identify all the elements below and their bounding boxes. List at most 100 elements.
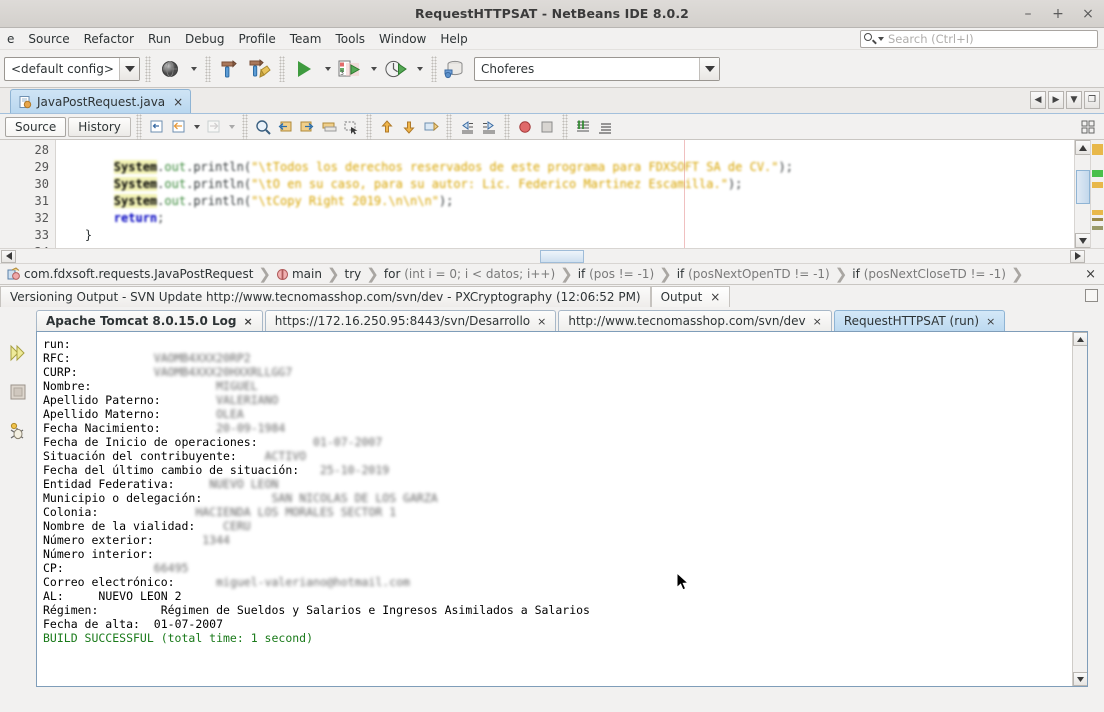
menu-item-tools[interactable]: Tools (328, 30, 372, 48)
maximize-icon[interactable]: + (1050, 6, 1066, 22)
output-tab-close-icon[interactable]: × (537, 315, 546, 328)
output-tab-requesthttpsat-run[interactable]: RequestHTTPSAT (run) × (833, 310, 1006, 331)
rectangular-selection-icon[interactable] (341, 117, 361, 137)
stripe-mark-warning[interactable] (1092, 182, 1103, 188)
stripe-mark-annotation[interactable] (1092, 218, 1103, 221)
menu-item-refactor[interactable]: Refactor (77, 30, 141, 48)
breadcrumb-item-for[interactable]: for (int i = 0; i < datos; i++) (384, 267, 555, 281)
debug-dropdown-icon[interactable] (366, 55, 380, 83)
output-tab-svn-desarrollo[interactable]: https://172.16.250.95:8443/svn/Desarroll… (264, 310, 557, 331)
editor-horizontal-scrollbar[interactable] (0, 248, 1104, 263)
window-tab-versioning-output[interactable]: Versioning Output - SVN Update http://ww… (0, 286, 651, 307)
build-icon[interactable] (216, 55, 244, 83)
stripe-mark-ok[interactable] (1092, 170, 1103, 177)
code-text-area[interactable]: System.out.println("\tTodos los derechos… (56, 140, 1074, 248)
shift-right-icon[interactable] (479, 117, 499, 137)
stripe-mark-annotation[interactable] (1092, 226, 1103, 230)
stripe-mark-warning[interactable] (1092, 210, 1103, 215)
forward-dropdown-icon[interactable] (226, 117, 237, 137)
run-project-icon[interactable] (290, 55, 318, 83)
breadcrumb-item-class[interactable]: com.fdxsoft.requests.JavaPostRequest (24, 267, 253, 281)
tab-maximize-icon[interactable]: ❐ (1084, 91, 1100, 109)
output-tab-close-icon[interactable]: × (244, 315, 253, 328)
editor-tab-close-icon[interactable]: × (173, 95, 183, 109)
close-icon[interactable]: × (1080, 6, 1096, 22)
back-dropdown-icon[interactable] (191, 117, 202, 137)
output-text-area[interactable]: run: RFC: VAOMB4XXX20RP2 CURP: VAOMB4XXX… (36, 331, 1088, 687)
find-previous-icon[interactable] (275, 117, 295, 137)
comment-icon[interactable] (573, 117, 593, 137)
globe-dropdown-icon[interactable] (186, 55, 200, 83)
forward-edit-icon[interactable] (204, 117, 224, 137)
output-scroll-down-icon[interactable] (1073, 672, 1087, 686)
debug-output-icon[interactable] (8, 421, 28, 444)
previous-bookmark-icon[interactable] (377, 117, 397, 137)
search-input[interactable]: Search (Ctrl+I) (860, 30, 1098, 48)
stop-output-icon[interactable] (8, 382, 28, 405)
error-stripe[interactable] (1090, 140, 1104, 248)
editor-scroll-thumb[interactable] (1076, 170, 1090, 204)
output-tab-svn-dev[interactable]: http://www.tecnomasshop.com/svn/dev × (558, 310, 832, 331)
debug-project-icon[interactable]: 3 (336, 55, 364, 83)
hscroll-right-icon[interactable] (1070, 249, 1085, 263)
breadcrumb-item-main[interactable]: main (292, 267, 322, 281)
menu-item-run[interactable]: Run (141, 30, 178, 48)
breadcrumb-item-try[interactable]: try (345, 267, 362, 281)
breadcrumb-item-if-opentd[interactable]: if (posNextOpenTD != -1) (677, 267, 830, 281)
tab-scroll-left-icon[interactable]: ◀ (1030, 91, 1046, 109)
output-tab-close-icon[interactable]: × (986, 315, 995, 328)
profile-project-icon[interactable] (382, 55, 410, 83)
scroll-up-icon[interactable] (1075, 140, 1091, 155)
menu-item-window[interactable]: Window (372, 30, 433, 48)
code-editor[interactable]: 28 29 30 31 32 33 34 System.out.println(… (0, 140, 1104, 248)
hscroll-thumb[interactable] (540, 249, 584, 263)
config-combo[interactable]: <default config> (4, 56, 140, 81)
toggle-breakpoint-icon[interactable] (515, 117, 535, 137)
window-tab-output[interactable]: Output × (650, 286, 731, 307)
globe-icon[interactable] (156, 55, 184, 83)
uncomment-icon[interactable] (595, 117, 615, 137)
tab-scroll-right-icon[interactable]: ▶ (1048, 91, 1064, 109)
breadcrumb-item-if-closetd[interactable]: if (posNextCloseTD != -1) (852, 267, 1006, 281)
back-edit-icon[interactable] (169, 117, 189, 137)
breadcrumb-close-icon[interactable]: × (1085, 267, 1096, 282)
output-tab-close-icon[interactable]: × (813, 315, 822, 328)
editor-tab-javapostrequest[interactable]: JavaPostRequest.java × (10, 89, 192, 113)
tab-list-icon[interactable]: ▼ (1066, 91, 1082, 109)
menu-item-file[interactable]: e (0, 30, 21, 48)
output-scroll-up-icon[interactable] (1073, 332, 1087, 346)
stripe-mark-warning[interactable] (1092, 144, 1103, 155)
editor-options-icon[interactable] (1078, 117, 1098, 137)
project-combo[interactable]: Choferes (474, 56, 720, 81)
profile-dropdown-icon[interactable] (412, 55, 426, 83)
menu-item-profile[interactable]: Profile (231, 30, 282, 48)
stop-icon[interactable] (537, 117, 557, 137)
find-next-icon[interactable] (297, 117, 317, 137)
last-edit-icon[interactable] (147, 117, 167, 137)
window-tab-close-icon[interactable]: × (710, 290, 720, 304)
toggle-bookmark-icon[interactable] (421, 117, 441, 137)
menu-item-source[interactable]: Source (21, 30, 76, 48)
scroll-down-icon[interactable] (1075, 233, 1091, 248)
breadcrumb-item-if-pos[interactable]: if (pos != -1) (578, 267, 654, 281)
menu-item-debug[interactable]: Debug (178, 30, 231, 48)
tab-history[interactable]: History (68, 116, 131, 137)
output-tab-tomcat-log[interactable]: Apache Tomcat 8.0.15.0 Log × (36, 310, 263, 331)
config-combo-arrow[interactable] (119, 57, 139, 80)
shift-left-icon[interactable] (457, 117, 477, 137)
next-bookmark-icon[interactable] (399, 117, 419, 137)
run-dropdown-icon[interactable] (320, 55, 334, 83)
toggle-highlight-icon[interactable] (319, 117, 339, 137)
menu-item-help[interactable]: Help (433, 30, 474, 48)
hscroll-left-icon[interactable] (1, 249, 16, 263)
minimize-icon[interactable]: – (1020, 6, 1036, 22)
rerun-icon[interactable] (8, 343, 28, 366)
menu-item-team[interactable]: Team (283, 30, 329, 48)
project-combo-arrow[interactable] (699, 57, 719, 80)
output-vertical-scrollbar[interactable] (1072, 332, 1087, 686)
clean-build-icon[interactable] (246, 55, 274, 83)
find-selection-icon[interactable] (253, 117, 273, 137)
tab-source[interactable]: Source (5, 116, 67, 137)
window-maximize-icon[interactable] (1085, 289, 1098, 302)
editor-vertical-scrollbar[interactable] (1074, 140, 1091, 248)
